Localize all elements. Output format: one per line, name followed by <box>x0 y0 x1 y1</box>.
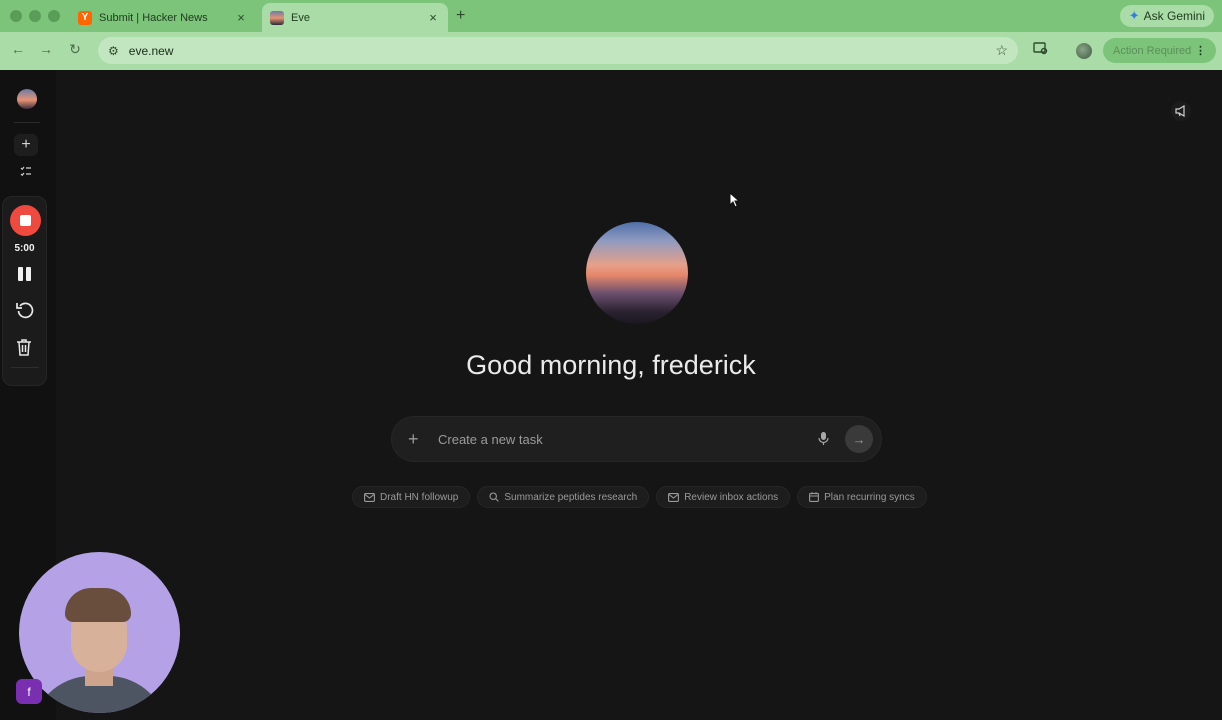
suggestion-label: Plan recurring syncs <box>824 491 915 503</box>
calendar-icon <box>809 492 820 502</box>
mail-icon <box>364 492 375 502</box>
action-required-label: Action Required <box>1113 44 1192 57</box>
ask-gemini-label: Ask Gemini <box>1143 9 1205 23</box>
tab-eve[interactable]: Eve × <box>262 3 448 32</box>
window-controls <box>10 10 60 22</box>
eve-app: + 5:00 Good morning, frederick + → <box>0 70 1222 720</box>
close-tab-icon[interactable]: × <box>426 10 440 25</box>
browser-chrome: Y Submit | Hacker News × Eve × + ✦ Ask G… <box>0 0 1222 70</box>
microphone-icon[interactable] <box>818 431 829 451</box>
forward-arrow-icon[interactable]: → <box>37 41 55 57</box>
new-task-button[interactable]: + <box>14 134 38 156</box>
site-settings-icon[interactable]: ⚙ <box>108 44 119 58</box>
minimize-window-button[interactable] <box>29 10 41 22</box>
announcements-megaphone-icon[interactable] <box>1171 101 1191 121</box>
close-tab-icon[interactable]: × <box>234 10 248 25</box>
suggestion-label: Draft HN followup <box>380 491 459 503</box>
greeting-heading: Good morning, frederick <box>466 350 756 380</box>
pause-recording-button[interactable] <box>18 267 32 281</box>
task-list-icon[interactable] <box>14 166 38 182</box>
mouse-pointer-icon <box>729 191 741 213</box>
task-input[interactable] <box>438 429 798 449</box>
restart-recording-icon[interactable] <box>15 301 35 324</box>
eve-favicon <box>270 10 284 25</box>
recording-timer: 5:00 <box>14 243 35 254</box>
search-icon <box>489 492 500 502</box>
suggestion-chip[interactable]: Draft HN followup <box>352 486 471 508</box>
webcam-bubble[interactable] <box>19 552 180 713</box>
stop-icon <box>20 215 31 226</box>
send-arrow-button[interactable]: → <box>845 425 873 453</box>
hacker-news-favicon: Y <box>78 10 92 25</box>
suggestion-chips: Draft HN followup Summarize peptides res… <box>352 486 927 508</box>
suggestion-chip[interactable]: Plan recurring syncs <box>797 486 927 508</box>
suggestion-chip[interactable]: Review inbox actions <box>656 486 791 508</box>
rail-divider <box>14 122 40 123</box>
suggestion-label: Summarize peptides research <box>504 491 638 503</box>
more-menu-icon[interactable]: ⋮ <box>1195 44 1206 57</box>
suggestion-chip[interactable]: Summarize peptides research <box>477 486 650 508</box>
user-avatar-badge[interactable]: f <box>16 679 42 704</box>
url-text: eve.new <box>128 43 174 58</box>
eve-orb-logo <box>586 222 688 324</box>
new-tab-button[interactable]: + <box>456 7 465 25</box>
maximize-window-button[interactable] <box>48 10 60 22</box>
task-composer: + → <box>391 416 882 462</box>
add-attachment-icon[interactable]: + <box>408 430 419 448</box>
tab-hacker-news[interactable]: Y Submit | Hacker News × <box>70 5 256 30</box>
action-required-button[interactable]: Action Required ⋮ <box>1103 38 1216 63</box>
suggestion-label: Review inbox actions <box>684 491 779 503</box>
eve-logo[interactable] <box>17 89 37 109</box>
reload-icon[interactable]: ↻ <box>66 41 84 58</box>
cast-icon[interactable] <box>1033 42 1048 58</box>
tab-title: Submit | Hacker News <box>99 11 208 24</box>
address-bar[interactable]: ⚙ eve.new ☆ <box>98 37 1018 64</box>
tab-title: Eve <box>291 11 310 24</box>
profile-avatar[interactable] <box>1076 43 1092 59</box>
mail-icon <box>668 492 680 502</box>
stop-recording-button[interactable] <box>10 205 41 236</box>
gemini-sparkle-icon: ✦ <box>1128 8 1140 23</box>
close-window-button[interactable] <box>10 10 22 22</box>
bookmark-star-icon[interactable]: ☆ <box>995 42 1008 59</box>
ask-gemini-button[interactable]: ✦ Ask Gemini <box>1119 5 1214 27</box>
webcam-hair <box>65 588 131 622</box>
browser-toolbar: ← → ↻ ⚙ eve.new ☆ Action Required ⋮ <box>0 32 1222 70</box>
back-arrow-icon[interactable]: ← <box>9 41 27 57</box>
